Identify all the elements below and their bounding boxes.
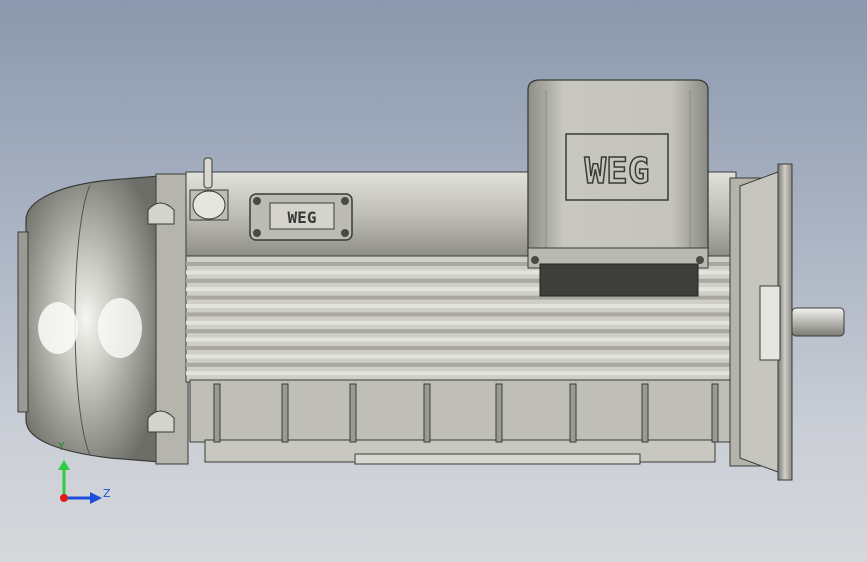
base-rib	[569, 383, 577, 443]
cooling-fin	[186, 312, 738, 317]
cooling-fin	[186, 320, 738, 325]
motor-model-view[interactable]: WEG WEG	[0, 0, 867, 562]
mounting-base[interactable]	[189, 379, 731, 465]
cooling-fin	[186, 346, 738, 350]
base-rib	[423, 383, 431, 443]
terminal-box[interactable]: WEG	[527, 79, 709, 297]
output-shaft[interactable]	[791, 307, 845, 337]
base-rib	[281, 383, 289, 443]
fan-cover[interactable]	[17, 173, 189, 465]
cooling-fin	[186, 337, 738, 342]
base-rib	[349, 383, 357, 443]
cooling-fin	[186, 354, 738, 359]
axis-triad	[58, 460, 102, 504]
cooling-fin	[186, 329, 738, 334]
terminal-box-logo: WEG	[584, 151, 649, 192]
nameplate: WEG	[249, 193, 353, 241]
cooling-fin	[186, 371, 738, 376]
base-rib	[213, 383, 221, 443]
nameplate-logo: WEG	[288, 208, 317, 227]
cooling-fin	[186, 304, 738, 308]
cooling-fin	[186, 362, 738, 367]
base-rib	[711, 383, 719, 443]
drive-end-flange[interactable]	[729, 163, 793, 481]
base-rib	[495, 383, 503, 443]
axis-y-label: Y	[58, 440, 65, 453]
axis-z-label: Z	[103, 487, 111, 500]
base-rib	[641, 383, 649, 443]
cad-viewport[interactable]: WEG WEG Y Z	[0, 0, 867, 562]
